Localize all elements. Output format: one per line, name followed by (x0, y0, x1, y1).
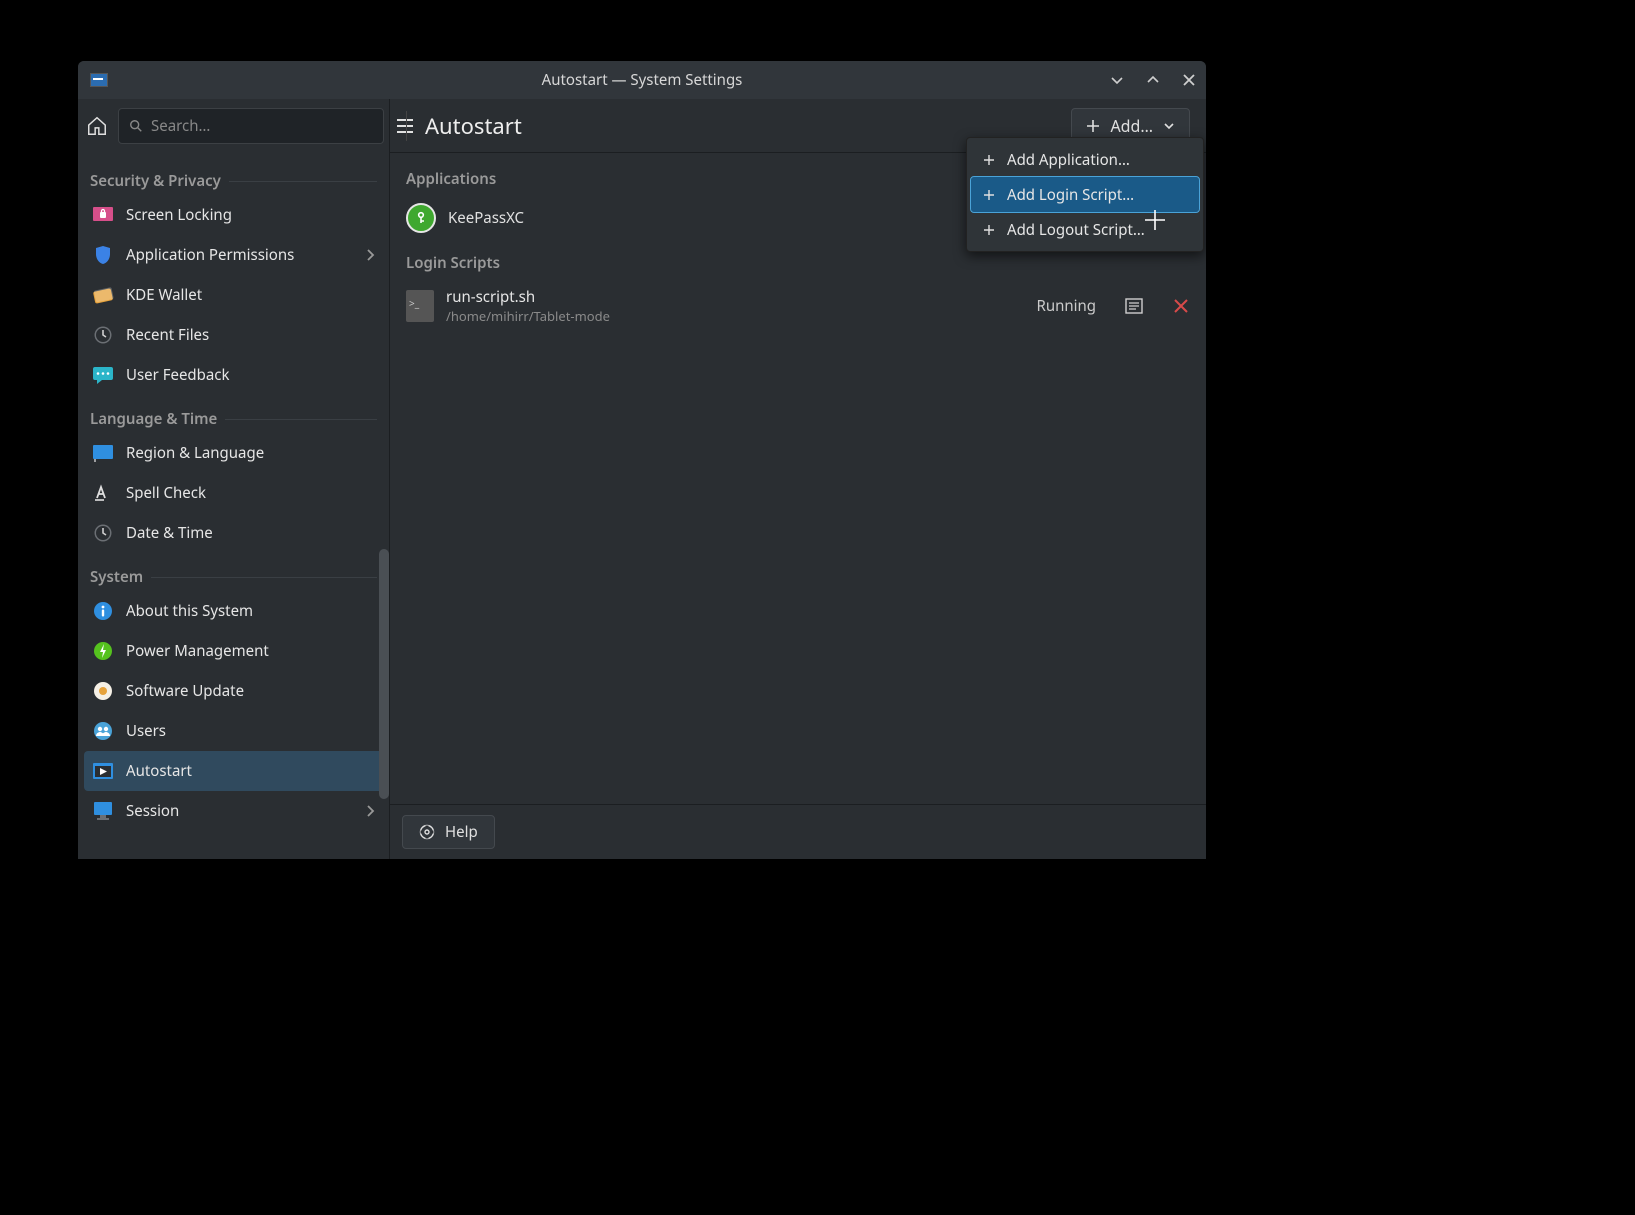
script-path: /home/mihirr/Tablet-mode (446, 307, 610, 325)
plus-icon (983, 189, 995, 201)
sidebar-list[interactable]: Security & Privacy Screen Locking Applicat… (78, 153, 389, 859)
sidebar-item-label: About this System (126, 601, 253, 621)
properties-icon[interactable] (1124, 296, 1144, 316)
sidebar-item-session[interactable]: Session (84, 791, 383, 831)
sidebar-group-title: Language & Time (90, 409, 217, 429)
help-icon (419, 824, 435, 840)
sidebar-item-label: Region & Language (126, 443, 264, 463)
maximize-icon[interactable] (1142, 69, 1164, 91)
menu-item-label: Add Logout Script… (1007, 220, 1145, 240)
main-header: Autostart Add… Add Application… Add Logi… (390, 99, 1206, 153)
sidebar-group-header: System (84, 553, 383, 591)
session-icon (92, 800, 114, 822)
sidebar-item-autostart[interactable]: Autostart (84, 751, 383, 791)
search-input[interactable] (118, 108, 384, 144)
menu-item-label: Add Login Script… (1007, 185, 1134, 205)
plus-icon (983, 224, 995, 236)
add-dropdown: Add Application… Add Login Script… Add L… (966, 137, 1204, 252)
feedback-icon (92, 364, 114, 386)
spellcheck-icon (92, 482, 114, 504)
clock-icon (92, 522, 114, 544)
main-panel: Autostart Add… Add Application… Add Logi… (390, 99, 1206, 859)
footer: Help (390, 804, 1206, 859)
divider (229, 181, 377, 182)
script-name: run-script.sh (446, 287, 610, 307)
sidebar-item-label: Screen Locking (126, 205, 232, 225)
sidebar-item-recent-files[interactable]: Recent Files (84, 315, 383, 355)
sidebar-group-header: Security & Privacy (84, 157, 383, 195)
sidebar-item-label: Date & Time (126, 523, 213, 543)
sidebar-item-label: Session (126, 801, 179, 821)
menu-add-login-script[interactable]: Add Login Script… (971, 177, 1199, 212)
plus-icon (1086, 119, 1100, 133)
window-title: Autostart — System Settings (78, 70, 1206, 90)
keepassxc-icon (406, 203, 436, 233)
wallet-icon (92, 284, 114, 306)
add-button-label: Add… (1110, 115, 1153, 137)
screen-lock-icon (92, 204, 114, 226)
sidebar-item-date-time[interactable]: Date & Time (84, 513, 383, 553)
sidebar-item-label: Recent Files (126, 325, 209, 345)
chevron-down-icon (1163, 120, 1175, 132)
sidebar-item-kde-wallet[interactable]: KDE Wallet (84, 275, 383, 315)
sidebar-group-title: Security & Privacy (90, 171, 221, 191)
sidebar-item-users[interactable]: Users (84, 711, 383, 751)
update-icon (92, 680, 114, 702)
home-button[interactable] (86, 108, 108, 144)
titlebar[interactable]: Autostart — System Settings (78, 61, 1206, 99)
sidebar-group-header: Language & Time (84, 395, 383, 433)
sidebar-item-label: Spell Check (126, 483, 206, 503)
menu-item-label: Add Application… (1007, 150, 1130, 170)
sidebar-item-label: Autostart (126, 761, 192, 781)
search-field[interactable] (151, 116, 373, 136)
info-icon (92, 600, 114, 622)
sidebar-item-label: User Feedback (126, 365, 230, 385)
login-script-row[interactable]: run-script.sh /home/mihirr/Tablet-mode R… (390, 281, 1206, 331)
header-divider (406, 111, 407, 141)
plus-icon (983, 154, 995, 166)
flag-icon (92, 442, 114, 464)
shield-icon (92, 244, 114, 266)
sidebar-item-label: KDE Wallet (126, 285, 202, 305)
help-label: Help (445, 822, 478, 842)
scrollbar-thumb[interactable] (379, 549, 389, 799)
sidebar-item-user-feedback[interactable]: User Feedback (84, 355, 383, 395)
close-icon[interactable] (1178, 69, 1200, 91)
application-name: KeePassXC (448, 208, 524, 228)
sidebar-item-label: Application Permissions (126, 245, 294, 265)
clock-icon (92, 324, 114, 346)
chevron-right-icon (365, 804, 375, 818)
page-title: Autostart (425, 111, 522, 141)
sidebar-item-about-this-system[interactable]: About this System (84, 591, 383, 631)
autostart-icon (92, 760, 114, 782)
delete-icon[interactable] (1172, 297, 1190, 315)
power-icon (92, 640, 114, 662)
sidebar-item-application-permissions[interactable]: Application Permissions (84, 235, 383, 275)
sidebar-item-spell-check[interactable]: Spell Check (84, 473, 383, 513)
minimize-icon[interactable] (1106, 69, 1128, 91)
sidebar-item-label: Software Update (126, 681, 244, 701)
users-icon (92, 720, 114, 742)
menu-add-application[interactable]: Add Application… (971, 142, 1199, 177)
divider (151, 577, 377, 578)
sidebar-item-screen-locking[interactable]: Screen Locking (84, 195, 383, 235)
search-icon (129, 119, 143, 133)
section-login-scripts: Login Scripts (390, 249, 1206, 281)
sidebar-item-power-management[interactable]: Power Management (84, 631, 383, 671)
menu-add-logout-script[interactable]: Add Logout Script… (971, 212, 1199, 247)
script-file-icon (406, 290, 434, 322)
sidebar-item-label: Users (126, 721, 166, 741)
help-button[interactable]: Help (402, 815, 495, 849)
script-status: Running (1036, 296, 1096, 316)
sidebar-group-title: System (90, 567, 143, 587)
sidebar-item-region-language[interactable]: Region & Language (84, 433, 383, 473)
chevron-right-icon (365, 248, 375, 262)
sidebar-item-software-update[interactable]: Software Update (84, 671, 383, 711)
system-settings-window: Autostart — System Settings (78, 61, 1206, 859)
sidebar-item-label: Power Management (126, 641, 269, 661)
sidebar: Security & Privacy Screen Locking Applicat… (78, 99, 390, 859)
divider (225, 419, 377, 420)
